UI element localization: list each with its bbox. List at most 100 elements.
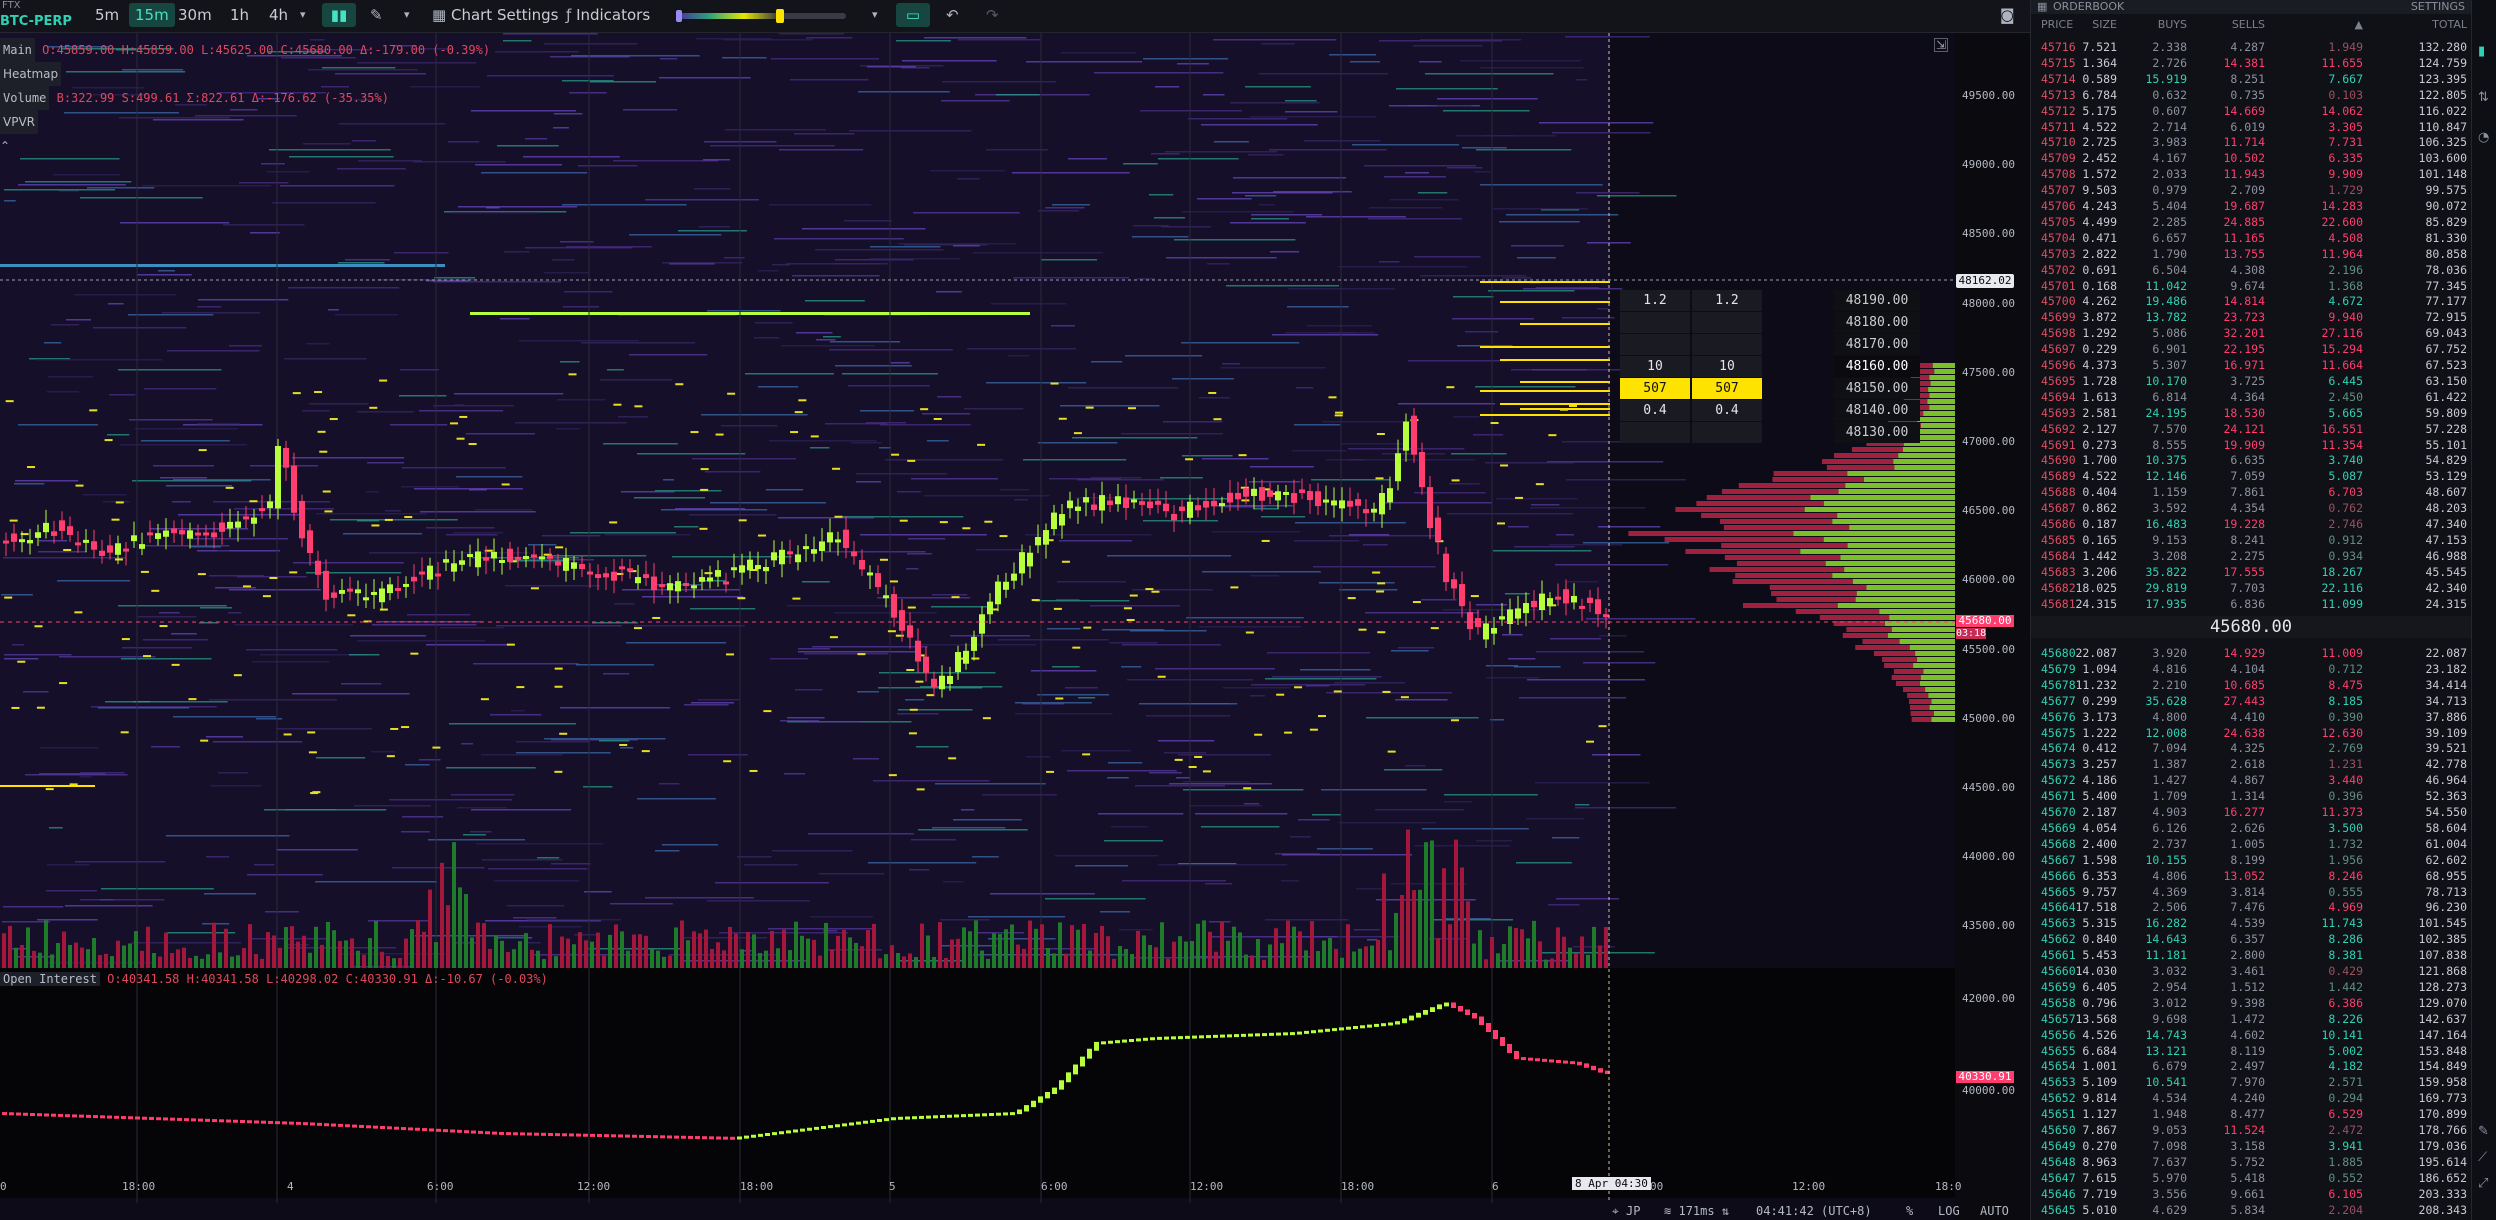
orderbook-row[interactable]: 45648 8.963 7.637 5.752 1.885 195.614 [2031, 1155, 2471, 1171]
tf-4h[interactable]: 4h [263, 3, 294, 27]
ladder-price[interactable]: 48190.00 [1834, 290, 1920, 311]
orderbook-row[interactable]: 45683 3.206 35.822 17.555 18.267 45.545 [2031, 565, 2471, 581]
col-buys[interactable]: BUYS [2158, 18, 2187, 31]
ladder-ask-size[interactable]: 507 [1692, 378, 1762, 399]
col-size[interactable]: SIZE [2092, 18, 2117, 31]
orderbook-row[interactable]: 45682 18.025 29.819 7.703 22.116 42.340 [2031, 581, 2471, 597]
orderbook-row[interactable]: 45690 1.700 10.375 6.635 3.740 54.829 [2031, 453, 2471, 469]
ladder-price[interactable]: 48130.00 [1834, 422, 1920, 443]
ladder-bid-size[interactable]: 10 [1620, 356, 1690, 377]
legend-heatmap-tag[interactable]: Heatmap [0, 62, 62, 86]
redo-icon[interactable]: ↷ [986, 3, 999, 27]
orderbook-row[interactable]: 45706 4.243 5.404 19.687 14.283 90.072 [2031, 199, 2471, 215]
orderbook-row[interactable]: 45695 1.728 10.170 3.725 6.445 63.150 [2031, 374, 2471, 390]
indicators-button[interactable]: ƒ Indicators [566, 3, 650, 27]
orderbook-row[interactable]: 45655 6.684 13.121 8.119 5.002 153.848 [2031, 1044, 2471, 1060]
orderbook-row[interactable]: 45654 1.001 6.679 2.497 4.182 154.849 [2031, 1059, 2471, 1075]
orderbook-row[interactable]: 45679 1.094 4.816 4.104 0.712 23.182 [2031, 662, 2471, 678]
pane-settings-icon[interactable]: ⇲ [1934, 38, 1948, 52]
tf-30m[interactable]: 30m [172, 3, 218, 27]
orderbook-row[interactable]: 45714 0.589 15.919 8.251 7.667 123.395 [2031, 72, 2471, 88]
orderbook-row[interactable]: 45680 22.087 3.920 14.929 11.009 22.087 [2031, 646, 2471, 662]
percent-toggle[interactable]: % [1906, 1204, 1913, 1218]
ladder-bid-size[interactable]: 1.2 [1620, 290, 1690, 311]
orderbook-row[interactable]: 45650 7.867 9.053 11.524 2.472 178.766 [2031, 1123, 2471, 1139]
candles-icon[interactable]: ▮▮ [322, 3, 356, 27]
orderbook-row[interactable]: 45652 9.814 4.534 4.240 0.294 169.773 [2031, 1091, 2471, 1107]
legend-collapse[interactable]: ⌃ [0, 134, 490, 158]
ladder-ask-size[interactable]: 10 [1692, 356, 1762, 377]
chevron-down-icon[interactable]: ▾ [300, 3, 306, 27]
chevron-down-icon[interactable]: ▾ [872, 3, 878, 27]
ladder-ask-size[interactable] [1692, 334, 1762, 355]
draw-icon[interactable]: ✎ [2478, 1124, 2489, 1139]
orderbook-row[interactable]: 45709 2.452 4.167 10.502 6.335 103.600 [2031, 151, 2471, 167]
orderbook-row[interactable]: 45687 0.862 3.592 4.354 0.762 48.203 [2031, 501, 2471, 517]
alert-icon[interactable]: ◔ [2478, 130, 2489, 145]
draw-tool-icon[interactable]: ✎ [370, 3, 383, 27]
orderbook-row[interactable]: 45711 4.522 2.714 6.019 3.305 110.847 [2031, 120, 2471, 136]
orderbook-row[interactable]: 45684 1.442 3.208 2.275 0.934 46.988 [2031, 549, 2471, 565]
orderbook-row[interactable]: 45672 4.186 1.427 4.867 3.440 46.964 [2031, 773, 2471, 789]
orderbook-row[interactable]: 45702 0.691 6.504 4.308 2.196 78.036 [2031, 263, 2471, 279]
orderbook-row[interactable]: 45647 7.615 5.970 5.418 0.552 186.652 [2031, 1171, 2471, 1187]
orderbook-row[interactable]: 45713 6.784 0.632 0.735 0.103 122.805 [2031, 88, 2471, 104]
symbol-selector[interactable]: FTX BTC-PERP [0, 0, 80, 32]
orderbook-row[interactable]: 45674 0.412 7.094 4.325 2.769 39.521 [2031, 741, 2471, 757]
orderbook-row[interactable]: 45645 5.010 4.629 5.834 2.204 208.343 [2031, 1203, 2471, 1219]
orderbook-row[interactable]: 45675 1.222 12.008 24.638 12.630 39.109 [2031, 726, 2471, 742]
orderbook-row[interactable]: 45678 11.232 2.210 10.685 8.475 34.414 [2031, 678, 2471, 694]
ruler-icon[interactable]: ⟋ [2478, 1150, 2487, 1165]
ladder-price[interactable]: 48150.00 [1834, 378, 1920, 399]
orderbook-drag-icon[interactable]: ▦ [2037, 0, 2047, 13]
orderbook-row[interactable]: 45681 24.315 17.935 6.836 11.099 24.315 [2031, 597, 2471, 613]
orderbook-row[interactable]: 45715 1.364 2.726 14.381 11.655 124.759 [2031, 56, 2471, 72]
orderbook-row[interactable]: 45665 9.757 4.369 3.814 0.555 78.713 [2031, 885, 2471, 901]
orderbook-row[interactable]: 45671 5.400 1.709 1.314 0.396 52.363 [2031, 789, 2471, 805]
main-chart[interactable] [0, 33, 2030, 1220]
ladder-price[interactable]: 48140.00 [1834, 400, 1920, 421]
orderbook-row[interactable]: 45698 1.292 5.086 32.201 27.116 69.043 [2031, 326, 2471, 342]
orderbook-row[interactable]: 45688 0.404 1.159 7.861 6.703 48.607 [2031, 485, 2471, 501]
orderbook-row[interactable]: 45697 0.229 6.901 22.195 15.294 67.752 [2031, 342, 2471, 358]
ladder-ask-size[interactable] [1692, 312, 1762, 333]
ladder-bid-size[interactable] [1620, 422, 1690, 443]
orderbook-row[interactable]: 45677 0.299 35.628 27.443 8.185 34.713 [2031, 694, 2471, 710]
ladder-bid-size[interactable] [1620, 312, 1690, 333]
ladder-price[interactable]: 48180.00 [1834, 312, 1920, 333]
orderbook-row[interactable]: 45694 1.613 6.814 4.364 2.450 61.422 [2031, 390, 2471, 406]
orderbook-row[interactable]: 45707 9.503 0.979 2.709 1.729 99.575 [2031, 183, 2471, 199]
orderbook-row[interactable]: 45712 5.175 0.607 14.669 14.062 116.022 [2031, 104, 2471, 120]
ladder-price[interactable]: 48160.00 [1834, 356, 1920, 377]
orderbook-row[interactable]: 45663 5.315 16.282 4.539 11.743 101.545 [2031, 916, 2471, 932]
orderbook-row[interactable]: 45662 0.840 14.643 6.357 8.286 102.385 [2031, 932, 2471, 948]
tf-15m[interactable]: 15m [129, 3, 175, 27]
legend-volume-tag[interactable]: Volume [0, 86, 50, 110]
orderbook-row[interactable]: 45686 0.187 16.483 19.228 2.746 47.340 [2031, 517, 2471, 533]
orderbook-row[interactable]: 45653 5.109 10.541 7.970 2.571 159.958 [2031, 1075, 2471, 1091]
orderbook-row[interactable]: 45704 0.471 6.657 11.165 4.508 81.330 [2031, 231, 2471, 247]
orderbook-row[interactable]: 45649 0.270 7.098 3.158 3.941 179.036 [2031, 1139, 2471, 1155]
undo-icon[interactable]: ↶ [946, 3, 959, 27]
ladder-bid-size[interactable]: 0.4 [1620, 400, 1690, 421]
orderbook-row[interactable]: 45664 17.518 2.506 7.476 4.969 96.230 [2031, 900, 2471, 916]
orderbook-row[interactable]: 45705 4.499 2.285 24.885 22.600 85.829 [2031, 215, 2471, 231]
orderbook-row[interactable]: 45646 7.719 3.556 9.661 6.105 203.333 [2031, 1187, 2471, 1203]
fullscreen-icon[interactable]: ⤢ [2478, 1176, 2488, 1191]
chart-settings-button[interactable]: ▦ Chart Settings [432, 3, 558, 27]
chevron-up-icon[interactable]: ⌃ [0, 134, 10, 158]
log-toggle[interactable]: LOG [1938, 1204, 1960, 1218]
tf-5m[interactable]: 5m [89, 3, 125, 27]
col-sells[interactable]: SELLS [2232, 18, 2265, 31]
camera-icon[interactable]: ◙ [2000, 3, 2015, 27]
orderbook-row[interactable]: 45691 0.273 8.555 19.909 11.354 55.101 [2031, 438, 2471, 454]
ladder-price[interactable]: 48170.00 [1834, 334, 1920, 355]
orderbook-row[interactable]: 45651 1.127 1.948 8.477 6.529 170.899 [2031, 1107, 2471, 1123]
orderbook-row[interactable]: 45660 14.030 3.032 3.461 0.429 121.868 [2031, 964, 2471, 980]
chevron-down-icon[interactable]: ▾ [404, 3, 410, 27]
orderbook-row[interactable]: 45700 4.262 19.486 14.814 4.672 77.177 [2031, 294, 2471, 310]
trades-icon[interactable]: ⇅ [2478, 90, 2489, 105]
orderbook-row[interactable]: 45668 2.400 2.737 1.005 1.732 61.004 [2031, 837, 2471, 853]
orderbook-row[interactable]: 45659 6.405 2.954 1.512 1.442 128.273 [2031, 980, 2471, 996]
orderbook-row[interactable]: 45696 4.373 5.307 16.971 11.664 67.523 [2031, 358, 2471, 374]
